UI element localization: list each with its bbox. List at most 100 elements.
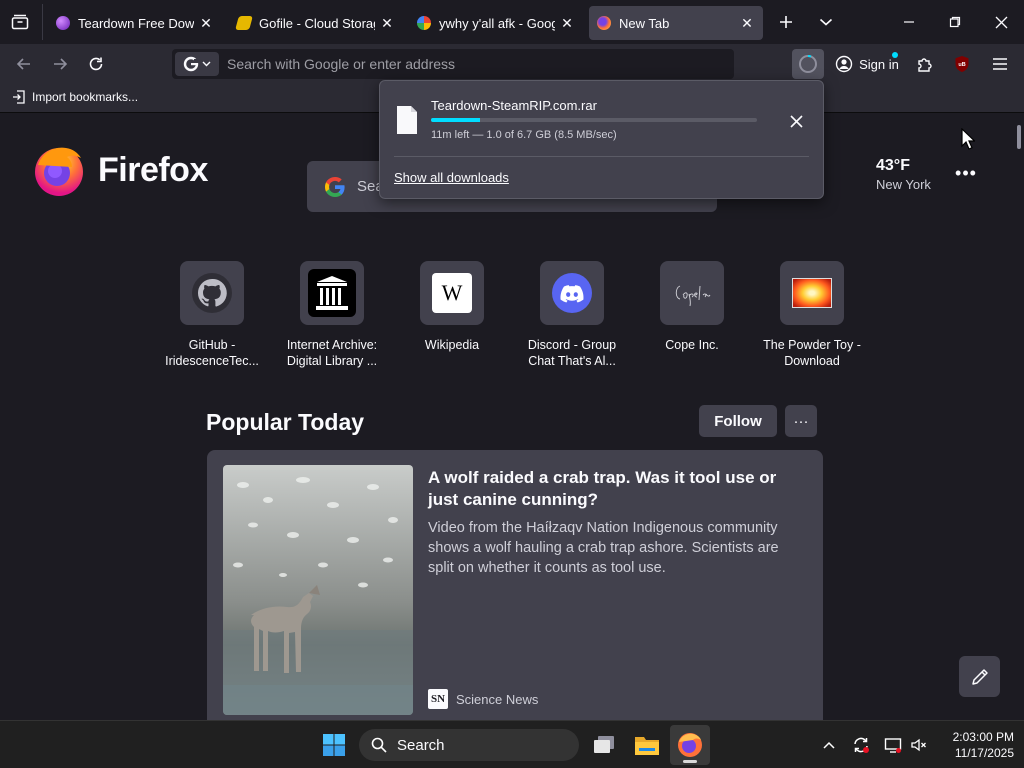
top-site-label: Discord - Group Chat That's Al... — [522, 337, 622, 369]
panel-divider — [394, 156, 809, 157]
story-card[interactable]: A wolf raided a crab trap. Was it tool u… — [207, 450, 823, 720]
volume-tray-button[interactable] — [907, 733, 931, 757]
downloads-button[interactable] — [792, 49, 824, 79]
top-site-label-line1: Internet Archive: — [286, 338, 378, 352]
forward-button[interactable] — [46, 50, 74, 78]
top-site-tile — [660, 261, 724, 325]
address-input[interactable] — [219, 49, 734, 79]
wolf-photo-image — [223, 465, 413, 715]
mouse-cursor-icon — [961, 128, 975, 150]
sign-in-label: Sign in — [859, 56, 899, 72]
story-title[interactable]: A wolf raided a crab trap. Was it tool u… — [428, 467, 808, 511]
more-dots-icon: ••• — [955, 162, 977, 183]
windows-logo-icon — [323, 734, 345, 756]
top-site-github[interactable]: GitHub - IridescenceTec... — [162, 261, 262, 369]
close-window-button[interactable] — [978, 8, 1024, 36]
tab-title: Teardown Free Downlo — [78, 15, 194, 31]
weather-widget[interactable]: 43°F New York — [876, 157, 936, 192]
arrow-left-icon — [16, 58, 30, 70]
sync-tray-button[interactable] — [849, 733, 873, 757]
minimize-button[interactable] — [886, 8, 932, 36]
app-menu-button[interactable] — [986, 50, 1014, 78]
file-icon — [397, 106, 417, 134]
account-icon — [835, 55, 853, 73]
file-explorer-button[interactable] — [627, 725, 667, 765]
google-icon — [183, 56, 199, 72]
extensions-button[interactable] — [910, 50, 938, 78]
top-site-powder-toy[interactable]: The Powder Toy - Download — [762, 261, 862, 369]
search-engine-selector[interactable] — [175, 52, 219, 76]
pencil-icon — [971, 668, 988, 685]
import-bookmarks-button[interactable]: Import bookmarks... — [12, 90, 138, 104]
top-site-label-line2: Digital Library ... — [286, 354, 378, 368]
download-filename[interactable]: Teardown-SteamRIP.com.rar — [431, 98, 597, 113]
tab-google-search[interactable]: ywhy y'all afk - Google ✕ — [409, 6, 583, 40]
tab-gofile[interactable]: Gofile - Cloud Storage ✕ — [229, 6, 403, 40]
show-all-downloads-link[interactable]: Show all downloads — [394, 170, 509, 185]
import-bookmarks-label: Import bookmarks... — [32, 90, 139, 104]
download-status: 11m left — 1.0 of 6.7 GB (8.5 MB/sec) — [431, 129, 617, 141]
start-button[interactable] — [314, 725, 354, 765]
reload-button[interactable] — [82, 50, 110, 78]
top-site-tile — [180, 261, 244, 325]
puzzle-icon — [917, 57, 932, 72]
download-progress-icon — [799, 55, 817, 73]
back-button[interactable] — [10, 50, 38, 78]
weather-temperature: 43°F — [876, 157, 910, 174]
arrow-right-icon — [54, 58, 68, 70]
firefox-taskbar-button[interactable] — [670, 725, 710, 765]
system-clock[interactable]: 2:03:00 PM 11/17/2025 — [934, 729, 1014, 761]
display-tray-button[interactable] — [881, 733, 905, 757]
monitor-icon — [884, 738, 902, 753]
minimize-icon — [904, 21, 914, 23]
scrollbar-thumb[interactable] — [1017, 125, 1021, 149]
cancel-download-button[interactable] — [784, 109, 808, 133]
sign-in-button[interactable]: Sign in — [830, 49, 904, 79]
show-hidden-icons-button[interactable] — [817, 733, 841, 757]
tab-new-tab[interactable]: New Tab ✕ — [589, 6, 763, 40]
story-image-wolf — [223, 465, 413, 715]
new-tab-button[interactable] — [772, 10, 800, 34]
top-site-label: Cope Inc. — [642, 337, 742, 353]
top-site-tile: W — [420, 261, 484, 325]
more-dots-icon: ··· — [793, 412, 809, 430]
top-site-internet-archive[interactable]: Internet Archive: Digital Library ... — [282, 261, 382, 369]
top-site-discord[interactable]: Discord - Group Chat That's Al... — [522, 261, 622, 369]
section-title-popular-today: Popular Today — [206, 409, 365, 435]
close-icon[interactable]: ✕ — [198, 15, 214, 32]
task-view-button[interactable] — [584, 725, 624, 765]
top-site-cope-inc[interactable]: Cope Inc. — [642, 261, 742, 353]
weather-menu-button[interactable]: ••• — [954, 161, 978, 185]
tab-teardown[interactable]: Teardown Free Downlo ✕ — [48, 6, 222, 40]
tab-overview-icon — [11, 14, 29, 30]
section-more-button[interactable]: ··· — [785, 405, 817, 437]
tab-overview-button[interactable] — [6, 10, 34, 34]
archive-icon — [308, 269, 356, 317]
search-icon — [371, 737, 387, 753]
customize-button[interactable] — [959, 656, 1000, 697]
top-site-wikipedia[interactable]: W Wikipedia — [402, 261, 502, 353]
tab-title: New Tab — [619, 15, 670, 31]
close-icon[interactable]: ✕ — [559, 15, 575, 32]
google-logo-icon — [325, 176, 345, 197]
close-icon[interactable]: ✕ — [379, 15, 395, 32]
navigation-toolbar: Sign in uB — [0, 44, 1024, 84]
top-site-label: The Powder Toy - Download — [762, 337, 862, 369]
ublock-origin-button[interactable]: uB — [948, 50, 976, 78]
powder-toy-icon — [792, 278, 832, 308]
running-indicator — [683, 760, 697, 763]
follow-button[interactable]: Follow — [699, 405, 777, 437]
top-site-tile — [300, 261, 364, 325]
top-site-label-line2: Chat That's Al... — [528, 354, 616, 368]
restore-button[interactable] — [932, 8, 978, 36]
top-site-tile — [780, 261, 844, 325]
taskbar-search-box[interactable]: Search — [359, 729, 579, 761]
folder-icon — [635, 737, 659, 755]
close-icon[interactable]: ✕ — [739, 15, 755, 32]
hamburger-menu-icon — [993, 58, 1007, 70]
windows-taskbar: Search 2:03:00 PM 11/17/2025 — [0, 720, 1024, 768]
reload-icon — [89, 57, 103, 71]
top-site-label: Internet Archive: Digital Library ... — [282, 337, 382, 369]
taskbar-search-label: Search — [397, 736, 445, 754]
list-all-tabs-button[interactable] — [812, 10, 840, 34]
